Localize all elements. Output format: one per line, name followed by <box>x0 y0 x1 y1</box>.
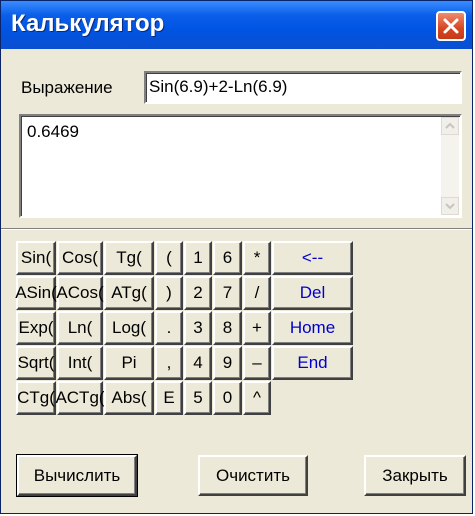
chevron-down-icon <box>445 203 455 210</box>
chevron-up-icon <box>445 122 455 129</box>
end-button[interactable]: End <box>272 346 353 380</box>
key-pi[interactable]: Pi <box>104 346 154 380</box>
key-open-paren[interactable]: ( <box>155 241 183 275</box>
key-plus[interactable]: + <box>243 311 271 345</box>
key-power[interactable]: ^ <box>243 381 271 415</box>
key-int[interactable]: Int( <box>57 346 103 380</box>
scroll-up-button[interactable] <box>441 117 459 135</box>
key-sqrt[interactable]: Sqrt( <box>16 346 56 380</box>
key-log[interactable]: Log( <box>104 311 154 345</box>
key-atg[interactable]: ATg( <box>104 276 154 310</box>
key-0[interactable]: 0 <box>213 381 242 415</box>
key-cos[interactable]: Cos( <box>57 241 103 275</box>
key-minus[interactable]: – <box>243 346 271 380</box>
key-actg[interactable]: ACTg( <box>55 381 105 415</box>
title-bar[interactable]: Калькулятор <box>1 1 472 49</box>
key-tg[interactable]: Tg( <box>104 241 154 275</box>
result-output[interactable]: 0.6469 <box>19 114 462 218</box>
key-sin[interactable]: Sin( <box>16 241 56 275</box>
calculator-window: Калькулятор Выражение Sin(6.9)+2-Ln(6.9)… <box>0 0 473 514</box>
key-comma[interactable]: , <box>155 346 183 380</box>
key-ctg[interactable]: CTg( <box>16 381 56 415</box>
close-icon <box>443 18 459 34</box>
home-button[interactable]: Home <box>272 311 353 345</box>
key-acos[interactable]: ACos( <box>56 276 104 310</box>
keypad: Sin( Cos( Tg( ( 1 6 * ASin( ACos( ATg( )… <box>15 241 466 443</box>
close-window-button[interactable] <box>436 11 466 41</box>
key-e[interactable]: E <box>155 381 183 415</box>
backspace-button[interactable]: <-- <box>272 241 353 275</box>
key-dot[interactable]: . <box>155 311 183 345</box>
key-2[interactable]: 2 <box>184 276 212 310</box>
key-3[interactable]: 3 <box>184 311 212 345</box>
expression-label: Выражение <box>21 78 113 97</box>
expression-input[interactable]: Sin(6.9)+2-Ln(6.9) <box>144 71 462 104</box>
key-divide[interactable]: / <box>243 276 271 310</box>
key-9[interactable]: 9 <box>213 346 242 380</box>
key-multiply[interactable]: * <box>243 241 271 275</box>
separator <box>1 228 472 230</box>
delete-button[interactable]: Del <box>272 276 353 310</box>
calculate-button[interactable]: Вычислить <box>16 454 138 497</box>
result-scrollbar[interactable] <box>441 117 459 215</box>
key-asin[interactable]: ASin( <box>15 276 57 310</box>
key-8[interactable]: 8 <box>213 311 242 345</box>
key-4[interactable]: 4 <box>184 346 212 380</box>
scroll-down-button[interactable] <box>441 197 459 215</box>
result-text: 0.6469 <box>27 122 79 141</box>
clear-button[interactable]: Очистить <box>198 455 308 496</box>
key-close-paren[interactable]: ) <box>155 276 183 310</box>
key-exp[interactable]: Exp( <box>16 311 56 345</box>
key-abs[interactable]: Abs( <box>104 381 154 415</box>
key-ln[interactable]: Ln( <box>57 311 103 345</box>
key-5[interactable]: 5 <box>184 381 212 415</box>
key-1[interactable]: 1 <box>184 241 212 275</box>
close-button[interactable]: Закрыть <box>364 455 466 496</box>
window-title: Калькулятор <box>11 10 165 37</box>
key-6[interactable]: 6 <box>213 241 242 275</box>
key-7[interactable]: 7 <box>213 276 242 310</box>
